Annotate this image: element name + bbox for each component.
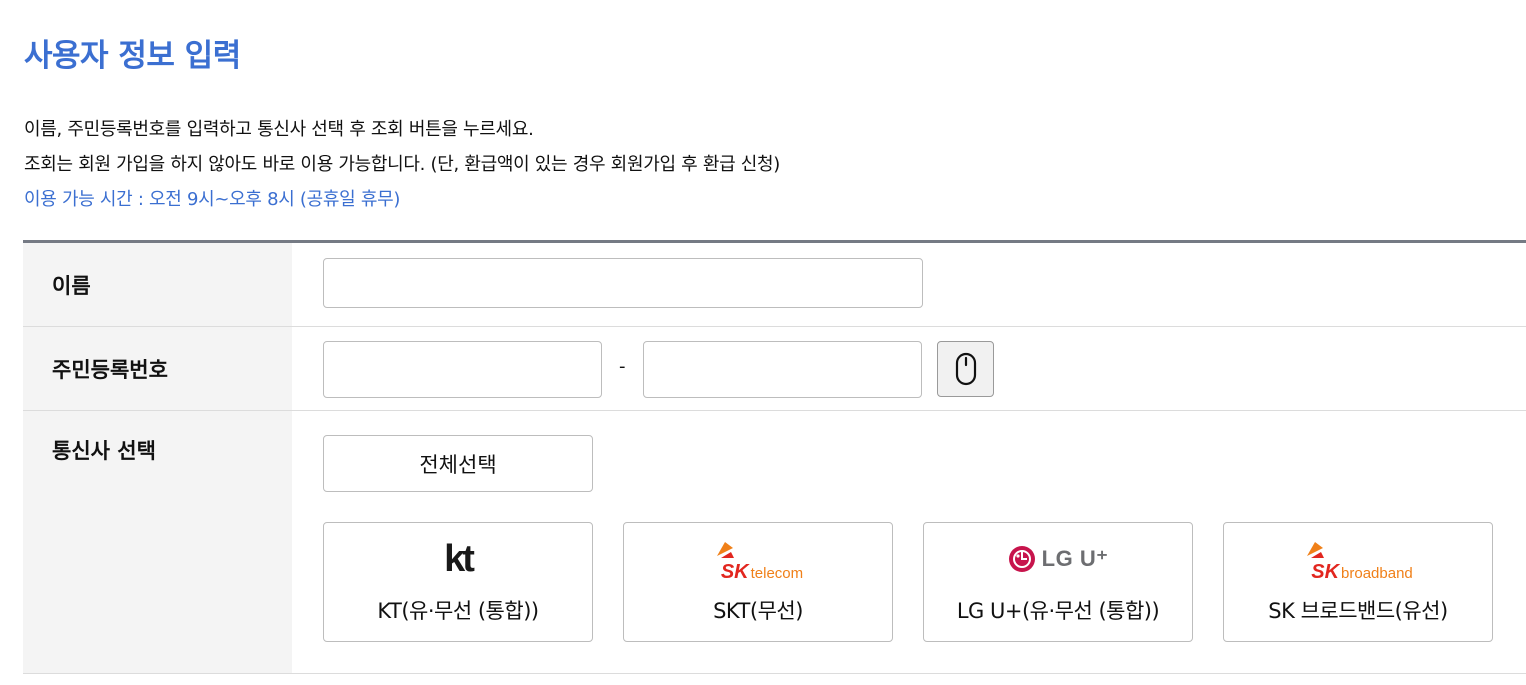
rrn-back-input[interactable]	[643, 341, 922, 398]
service-hours: 이용 가능 시간 : 오전 9시~오후 8시 (공휴일 휴무)	[24, 189, 401, 210]
name-row: 이름	[23, 243, 1526, 327]
lg-face-icon	[1008, 546, 1035, 572]
page-title: 사용자 정보 입력	[24, 38, 241, 74]
secure-keypad-button[interactable]	[937, 341, 994, 397]
carrier-label: 통신사 선택	[23, 411, 292, 673]
lg-uplus-logo-icon: LG U⁺	[924, 537, 1192, 581]
instructions: 이름, 주민등록번호를 입력하고 통신사 선택 후 조회 버튼을 누르세요. 조…	[24, 112, 780, 217]
name-input[interactable]	[323, 258, 923, 308]
sk-broadband-logo-icon: SK broadband	[1224, 537, 1492, 582]
carrier-sk-broadband[interactable]: SK broadband SK 브로드밴드(유선)	[1223, 522, 1493, 642]
carrier-label-lgu: LG U+(유·무선 (통합))	[956, 599, 1160, 623]
user-info-page: 사용자 정보 입력 이름, 주민등록번호를 입력하고 통신사 선택 후 조회 버…	[0, 0, 1526, 685]
rrn-separator: -	[619, 356, 626, 377]
carrier-skt[interactable]: SK telecom SKT(무선)	[623, 522, 893, 642]
select-all-button[interactable]: 전체선택	[323, 435, 593, 492]
kt-logo-icon: kt	[444, 537, 475, 580]
carrier-label-skt: SKT(무선)	[713, 599, 803, 623]
rrn-front-input[interactable]	[323, 341, 602, 398]
carrier-lgu[interactable]: LG U⁺ LG U+(유·무선 (통합))	[923, 522, 1193, 642]
rrn-row: 주민등록번호 -	[23, 327, 1526, 411]
carrier-kt[interactable]: kt KT(유·무선 (통합))	[323, 522, 593, 642]
carrier-label-sk-broadband: SK 브로드밴드(유선)	[1268, 599, 1448, 623]
name-label: 이름	[23, 243, 292, 326]
instruction-line-1: 이름, 주민등록번호를 입력하고 통신사 선택 후 조회 버튼을 누르세요.	[24, 119, 534, 140]
user-info-form: 이름 주민등록번호 - 통신사 선택 전체선택 kt KT(유·무선 (통합))…	[23, 240, 1526, 674]
instruction-line-2: 조회는 회원 가입을 하지 않아도 바로 이용 가능합니다. (단, 환급액이 …	[24, 154, 781, 175]
carrier-label-kt: KT(유·무선 (통합))	[377, 599, 539, 623]
carrier-row: 통신사 선택 전체선택 kt KT(유·무선 (통합)) SK telecom …	[23, 411, 1526, 674]
rrn-label: 주민등록번호	[23, 327, 292, 410]
sk-telecom-logo-icon: SK telecom	[624, 537, 892, 582]
mouse-icon	[955, 352, 976, 386]
